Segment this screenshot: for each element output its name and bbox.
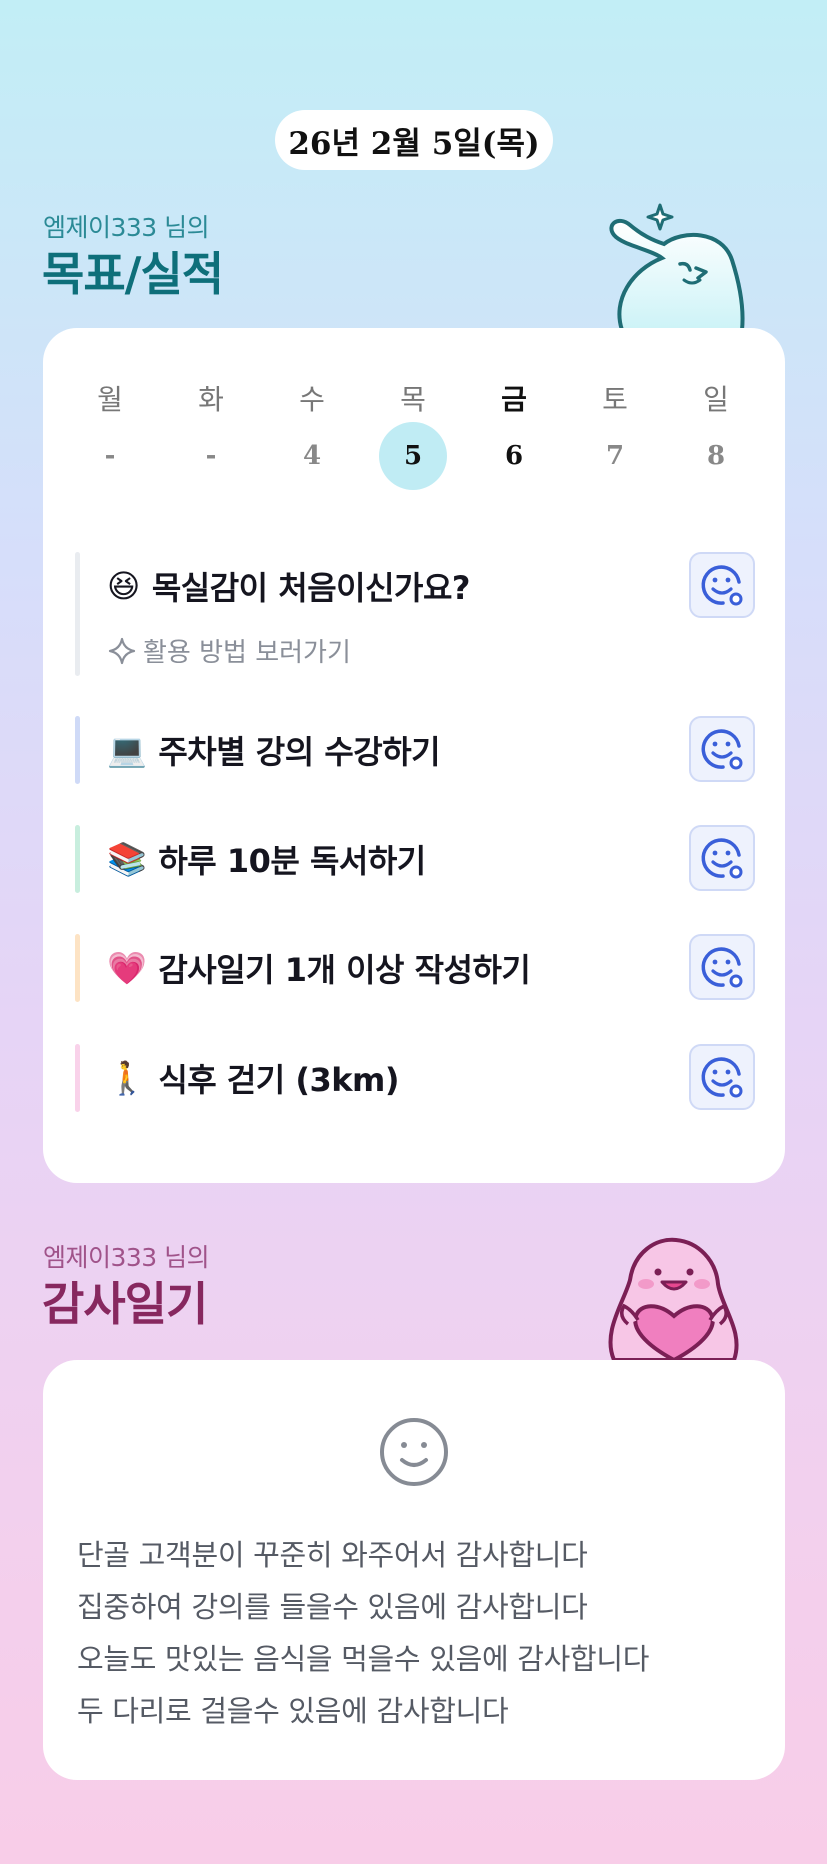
goal-item[interactable]: 💻 주차별 강의 수강하기 [75, 716, 755, 784]
mood-button[interactable] [689, 716, 755, 782]
day-cell-selected[interactable]: 5 [379, 422, 447, 490]
goal-title: 💗 감사일기 1개 이상 작성하기 [107, 934, 531, 1002]
goal-label: 주차별 강의 수강하기 [158, 733, 441, 771]
goal-label: 목실감이 처음이신가요? [151, 569, 471, 607]
goal-item[interactable]: 🚶 식후 걷기 (3km) [75, 1044, 755, 1112]
howto-link[interactable]: 활용 방법 보러가기 [107, 632, 351, 669]
heart-emoji-icon: 💗 [107, 949, 147, 987]
diary-line: 두 다리로 걸을수 있음에 감사합니다 [77, 1694, 509, 1728]
smile-face-icon [701, 729, 743, 770]
goal-color-bar [75, 825, 80, 893]
smile-face-icon [701, 1057, 743, 1098]
weekday-label: 목 [400, 383, 426, 416]
mood-button[interactable] [689, 552, 755, 618]
mood-button[interactable] [689, 934, 755, 1000]
books-emoji-icon: 📚 [107, 840, 147, 878]
walking-emoji-icon: 🚶 [107, 1059, 147, 1097]
goal-label: 하루 10분 독서하기 [158, 842, 426, 880]
weekday-label: 일 [703, 383, 729, 416]
diary-line: 단골 고객분이 꾸준히 와주어서 감사합니다 [77, 1538, 588, 1572]
sparkle-icon [108, 637, 136, 664]
goal-title: 🚶 식후 걷기 (3km) [107, 1044, 400, 1112]
goal-color-bar [75, 716, 80, 784]
goal-color-bar [75, 934, 80, 1002]
goal-item[interactable]: 💗 감사일기 1개 이상 작성하기 [75, 934, 755, 1002]
ghost-mascot-icon [609, 203, 745, 330]
goal-item[interactable]: 😆 목실감이 처음이신가요? 활용 방법 보러가기 [75, 552, 755, 676]
laptop-emoji-icon: 💻 [107, 731, 147, 769]
diary-card[interactable]: 단골 고객분이 꾸준히 와주어서 감사합니다 집중하여 강의를 들을수 있음에 … [43, 1360, 785, 1780]
smile-face-icon [701, 947, 743, 988]
diary-line: 집중하여 강의를 들을수 있음에 감사합니다 [77, 1590, 588, 1624]
weekday-label: 수 [299, 383, 325, 416]
goal-title: 📚 하루 10분 독서하기 [107, 825, 426, 893]
goal-item[interactable]: 📚 하루 10분 독서하기 [75, 825, 755, 893]
ghost-heart-mascot-icon [608, 1237, 739, 1360]
goal-title: 😆 목실감이 처음이신가요? [107, 552, 470, 620]
weekday-label: 화 [198, 383, 224, 416]
goal-label: 식후 걷기 (3km) [158, 1061, 400, 1099]
day-cell[interactable]: 8 [682, 422, 750, 490]
goal-color-bar [75, 1044, 80, 1112]
day-cell[interactable]: - [76, 422, 144, 490]
goals-title: 목표/실적 [42, 247, 224, 301]
smile-face-icon [701, 838, 743, 879]
howto-link-label: 활용 방법 보러가기 [143, 638, 351, 668]
goals-card: 월 - 화 - 수 4 목 5 금 6 토 7 일 8 😆 목실감이 처음이신가… [43, 328, 785, 1183]
diary-line: 오늘도 맛있는 음식을 먹을수 있음에 감사합니다 [77, 1642, 650, 1676]
mood-button[interactable] [689, 1044, 755, 1110]
mood-button[interactable] [689, 825, 755, 891]
day-cell[interactable]: 7 [581, 422, 649, 490]
day-cell[interactable]: - [177, 422, 245, 490]
diary-title: 감사일기 [42, 1277, 208, 1331]
date-pill[interactable]: 26년 2월 5일(목) [275, 110, 553, 170]
laughing-emoji-icon: 😆 [107, 567, 140, 605]
weekday-label: 토 [602, 383, 628, 416]
weekday-label: 월 [97, 383, 123, 416]
goal-color-bar [75, 552, 80, 676]
smile-face-icon [701, 565, 743, 606]
weekday-label-today: 금 [501, 383, 527, 416]
day-cell[interactable]: 4 [278, 422, 346, 490]
smile-face-icon [380, 1418, 448, 1486]
day-cell-today[interactable]: 6 [480, 422, 548, 490]
goal-title: 💻 주차별 강의 수강하기 [107, 716, 441, 784]
goal-label: 감사일기 1개 이상 작성하기 [158, 951, 531, 989]
